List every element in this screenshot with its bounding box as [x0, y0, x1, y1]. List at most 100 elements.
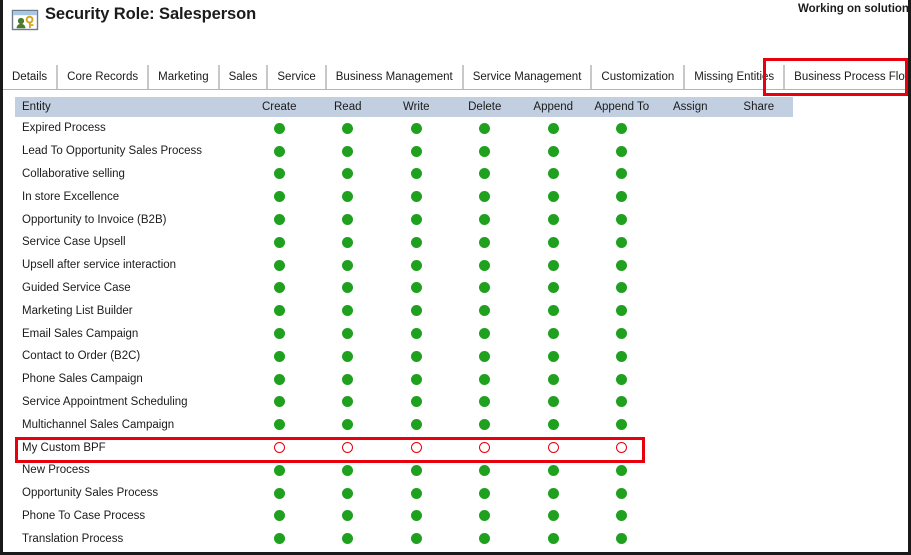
privilege-cell-write[interactable]	[382, 236, 451, 248]
privilege-cell-delete[interactable]	[451, 145, 520, 157]
privilege-cell-read[interactable]	[314, 168, 383, 180]
privilege-cell-create[interactable]	[245, 236, 314, 248]
privilege-cell-write[interactable]	[382, 328, 451, 340]
privilege-cell-write[interactable]	[382, 533, 451, 545]
tab-service-management[interactable]: Service Management	[463, 65, 592, 89]
privilege-cell-delete[interactable]	[451, 214, 520, 226]
privilege-cell-write[interactable]	[382, 168, 451, 180]
privilege-cell-append-to[interactable]	[588, 442, 657, 454]
table-row[interactable]: My Custom BPF	[15, 436, 793, 459]
privilege-cell-write[interactable]	[382, 350, 451, 362]
privilege-cell-append[interactable]	[519, 464, 588, 476]
privilege-cell-write[interactable]	[382, 282, 451, 294]
table-row[interactable]: Phone To Case Process	[15, 505, 793, 528]
privilege-cell-create[interactable]	[245, 328, 314, 340]
privilege-cell-delete[interactable]	[451, 373, 520, 385]
privilege-cell-create[interactable]	[245, 396, 314, 408]
privilege-cell-append[interactable]	[519, 214, 588, 226]
privilege-cell-write[interactable]	[382, 464, 451, 476]
privilege-cell-append-to[interactable]	[588, 236, 657, 248]
privilege-cell-append-to[interactable]	[588, 487, 657, 499]
privilege-cell-delete[interactable]	[451, 122, 520, 134]
privilege-cell-append-to[interactable]	[588, 305, 657, 317]
privilege-cell-delete[interactable]	[451, 442, 520, 454]
table-row[interactable]: Collaborative selling	[15, 163, 793, 186]
privilege-cell-append-to[interactable]	[588, 350, 657, 362]
privilege-cell-append[interactable]	[519, 305, 588, 317]
privilege-cell-delete[interactable]	[451, 328, 520, 340]
privilege-cell-append[interactable]	[519, 373, 588, 385]
privilege-cell-delete[interactable]	[451, 533, 520, 545]
privilege-cell-create[interactable]	[245, 282, 314, 294]
table-row[interactable]: New Process	[15, 459, 793, 482]
table-row[interactable]: Expired Process	[15, 117, 793, 140]
table-row[interactable]: Phone Sales Campaign	[15, 368, 793, 391]
privilege-cell-append[interactable]	[519, 328, 588, 340]
privilege-cell-read[interactable]	[314, 214, 383, 226]
privilege-cell-delete[interactable]	[451, 259, 520, 271]
privilege-cell-append-to[interactable]	[588, 259, 657, 271]
privilege-cell-create[interactable]	[245, 373, 314, 385]
tab-details[interactable]: Details	[3, 65, 57, 89]
privilege-cell-write[interactable]	[382, 122, 451, 134]
privilege-cell-read[interactable]	[314, 510, 383, 522]
tab-business-process-flows[interactable]: Business Process Flows	[784, 65, 911, 89]
table-row[interactable]: In store Excellence	[15, 185, 793, 208]
privilege-cell-read[interactable]	[314, 328, 383, 340]
privilege-cell-append[interactable]	[519, 442, 588, 454]
table-row[interactable]: Guided Service Case	[15, 277, 793, 300]
table-row[interactable]: Service Appointment Scheduling	[15, 391, 793, 414]
privilege-cell-delete[interactable]	[451, 305, 520, 317]
privilege-cell-append[interactable]	[519, 122, 588, 134]
privilege-cell-create[interactable]	[245, 191, 314, 203]
privilege-cell-read[interactable]	[314, 396, 383, 408]
privilege-cell-read[interactable]	[314, 464, 383, 476]
privilege-cell-delete[interactable]	[451, 464, 520, 476]
privilege-cell-delete[interactable]	[451, 510, 520, 522]
privilege-cell-delete[interactable]	[451, 168, 520, 180]
privilege-cell-create[interactable]	[245, 442, 314, 454]
privilege-cell-read[interactable]	[314, 145, 383, 157]
privilege-cell-delete[interactable]	[451, 350, 520, 362]
privilege-cell-write[interactable]	[382, 214, 451, 226]
privilege-cell-read[interactable]	[314, 442, 383, 454]
privilege-cell-append-to[interactable]	[588, 533, 657, 545]
table-row[interactable]: Marketing List Builder	[15, 299, 793, 322]
privilege-cell-read[interactable]	[314, 487, 383, 499]
privilege-cell-create[interactable]	[245, 145, 314, 157]
privilege-cell-append-to[interactable]	[588, 464, 657, 476]
privilege-cell-append[interactable]	[519, 282, 588, 294]
privilege-cell-delete[interactable]	[451, 487, 520, 499]
privilege-cell-append-to[interactable]	[588, 419, 657, 431]
tab-core-records[interactable]: Core Records	[57, 65, 148, 89]
privilege-cell-create[interactable]	[245, 122, 314, 134]
privilege-cell-delete[interactable]	[451, 191, 520, 203]
privilege-cell-append-to[interactable]	[588, 168, 657, 180]
tab-customization[interactable]: Customization	[591, 65, 684, 89]
privilege-cell-delete[interactable]	[451, 282, 520, 294]
privilege-cell-append-to[interactable]	[588, 373, 657, 385]
privilege-cell-create[interactable]	[245, 214, 314, 226]
tab-business-management[interactable]: Business Management	[326, 65, 463, 89]
tab-service[interactable]: Service	[267, 65, 325, 89]
privilege-cell-append[interactable]	[519, 168, 588, 180]
privilege-cell-read[interactable]	[314, 282, 383, 294]
privilege-cell-read[interactable]	[314, 305, 383, 317]
privilege-cell-append-to[interactable]	[588, 145, 657, 157]
privilege-cell-read[interactable]	[314, 259, 383, 271]
privilege-cell-append[interactable]	[519, 236, 588, 248]
privilege-cell-read[interactable]	[314, 533, 383, 545]
privilege-cell-read[interactable]	[314, 191, 383, 203]
tab-missing-entities[interactable]: Missing Entities	[684, 65, 784, 89]
table-row[interactable]: Opportunity to Invoice (B2B)	[15, 208, 793, 231]
table-row[interactable]: Multichannel Sales Campaign	[15, 413, 793, 436]
privilege-cell-write[interactable]	[382, 305, 451, 317]
table-row[interactable]: Translation Process	[15, 527, 793, 550]
privilege-cell-read[interactable]	[314, 419, 383, 431]
privilege-cell-read[interactable]	[314, 350, 383, 362]
privilege-cell-write[interactable]	[382, 373, 451, 385]
privilege-cell-create[interactable]	[245, 533, 314, 545]
table-row[interactable]: Upsell after service interaction	[15, 254, 793, 277]
privilege-cell-write[interactable]	[382, 487, 451, 499]
privilege-cell-write[interactable]	[382, 145, 451, 157]
